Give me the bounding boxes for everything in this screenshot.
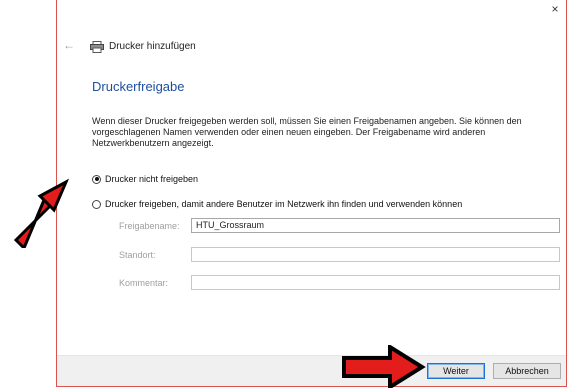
- radio-no-share-indicator[interactable]: [92, 174, 101, 184]
- share-name-label: Freigabename:: [119, 221, 180, 231]
- radio-share-label: Drucker freigeben, damit andere Benutzer…: [105, 199, 463, 209]
- radio-no-share-label: Drucker nicht freigeben: [105, 174, 199, 184]
- cancel-button[interactable]: Abbrechen: [493, 363, 561, 379]
- red-arrow-icon: [13, 178, 70, 248]
- dialog-footer: Weiter Abbrechen: [57, 355, 566, 386]
- radio-share-indicator[interactable]: [92, 199, 101, 209]
- red-arrow-icon: [342, 345, 426, 388]
- radio-share[interactable]: Drucker freigeben, damit andere Benutzer…: [92, 199, 462, 209]
- page-description: Wenn dieser Drucker freigegeben werden s…: [92, 116, 522, 148]
- location-input[interactable]: [191, 247, 560, 262]
- comment-input[interactable]: [191, 275, 560, 290]
- location-label: Standort:: [119, 250, 156, 260]
- share-name-input[interactable]: HTU_Grossraum: [191, 218, 560, 233]
- page-heading: Druckerfreigabe: [92, 79, 185, 94]
- wizard-title-row: Drucker hinzufügen: [90, 38, 196, 54]
- printer-icon: [90, 40, 104, 53]
- add-printer-dialog: × ← Drucker hinzufügen Druckerfreigabe W…: [56, 0, 567, 387]
- screenshot-canvas: × ← Drucker hinzufügen Druckerfreigabe W…: [0, 0, 568, 388]
- comment-label: Kommentar:: [119, 278, 169, 288]
- next-button[interactable]: Weiter: [427, 363, 485, 379]
- close-icon[interactable]: ×: [548, 2, 562, 16]
- radio-no-share[interactable]: Drucker nicht freigeben: [92, 174, 198, 184]
- wizard-title: Drucker hinzufügen: [109, 40, 196, 52]
- back-arrow-icon[interactable]: ←: [63, 38, 77, 52]
